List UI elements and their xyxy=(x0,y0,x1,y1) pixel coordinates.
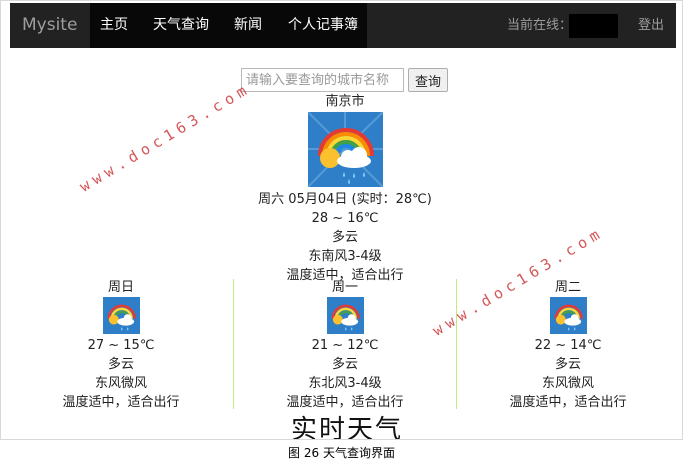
forecast-advice: 温度适中，适合出行 xyxy=(286,395,404,410)
column-divider xyxy=(456,279,457,409)
today-weather: 南京市 周六 05月04日 (实时：28℃) 28 ~ 16℃ 多云 东南风3-… xyxy=(235,93,455,285)
nav-item-notebook[interactable]: 个人记事簿 xyxy=(288,3,358,48)
today-condition: 多云 xyxy=(331,230,358,245)
today-temp-range: 28 ~ 16℃ xyxy=(311,211,379,226)
forecast-day-name: 周日 xyxy=(107,280,134,295)
forecast-wind: 东风微风 xyxy=(94,376,147,391)
forecast-condition: 多云 xyxy=(107,357,134,372)
section-heading-clipped: 实时天气 xyxy=(291,415,404,440)
forecast-advice: 温度适中，适合出行 xyxy=(62,395,180,410)
online-user-label: 当前在线： xyxy=(507,18,573,33)
brand-logo[interactable]: Mysite xyxy=(22,3,77,48)
today-date: 周六 05月04日 (实时：28℃) xyxy=(258,192,432,207)
forecast-day-2: 周一 21 ~ 12℃ 多云 东北风3-4级 温度适中，适合出行 xyxy=(245,279,445,412)
online-user-redacted xyxy=(569,14,618,38)
watermark: www.doc163.com xyxy=(76,79,255,196)
forecast-temp-range: 27 ~ 15℃ xyxy=(87,338,155,353)
city-name: 南京市 xyxy=(325,94,365,109)
forecast-day-1: 周日 27 ~ 15℃ 多云 东风微风 温度适中，适合出行 xyxy=(21,279,221,412)
forecast-wind: 东北风3-4级 xyxy=(308,376,382,391)
search-button[interactable]: 查询 xyxy=(408,68,448,92)
forecast-wind: 东风微风 xyxy=(541,376,594,391)
rainbow-cloud-rain-icon xyxy=(326,297,364,334)
forecast-condition: 多云 xyxy=(331,357,358,372)
nav-item-weather[interactable]: 天气查询 xyxy=(153,3,209,48)
forecast-day-name: 周一 xyxy=(331,280,358,295)
forecast-condition: 多云 xyxy=(554,357,581,372)
navbar: Mysite 主页 天气查询 新闻 个人记事簿 当前在线： 登出 xyxy=(10,3,676,48)
figure-caption: 图 26 天气查询界面 xyxy=(288,446,395,460)
forecast-advice: 温度适中，适合出行 xyxy=(509,395,627,410)
forecast-temp-range: 21 ~ 12℃ xyxy=(311,338,379,353)
nav-item-news[interactable]: 新闻 xyxy=(234,3,262,48)
column-divider xyxy=(233,279,234,409)
city-search-input[interactable] xyxy=(241,68,404,92)
rainbow-cloud-rain-icon xyxy=(549,297,587,334)
rainbow-cloud-rain-icon xyxy=(306,111,384,188)
logout-link[interactable]: 登出 xyxy=(638,3,664,48)
forecast-temp-range: 22 ~ 14℃ xyxy=(534,338,602,353)
rainbow-cloud-rain-icon xyxy=(102,297,140,334)
today-wind: 东南风3-4级 xyxy=(308,249,382,264)
browser-screenshot: Mysite 主页 天气查询 新闻 个人记事簿 当前在线： 登出 查询 南京市 xyxy=(0,0,683,440)
nav-item-home[interactable]: 主页 xyxy=(100,3,128,48)
